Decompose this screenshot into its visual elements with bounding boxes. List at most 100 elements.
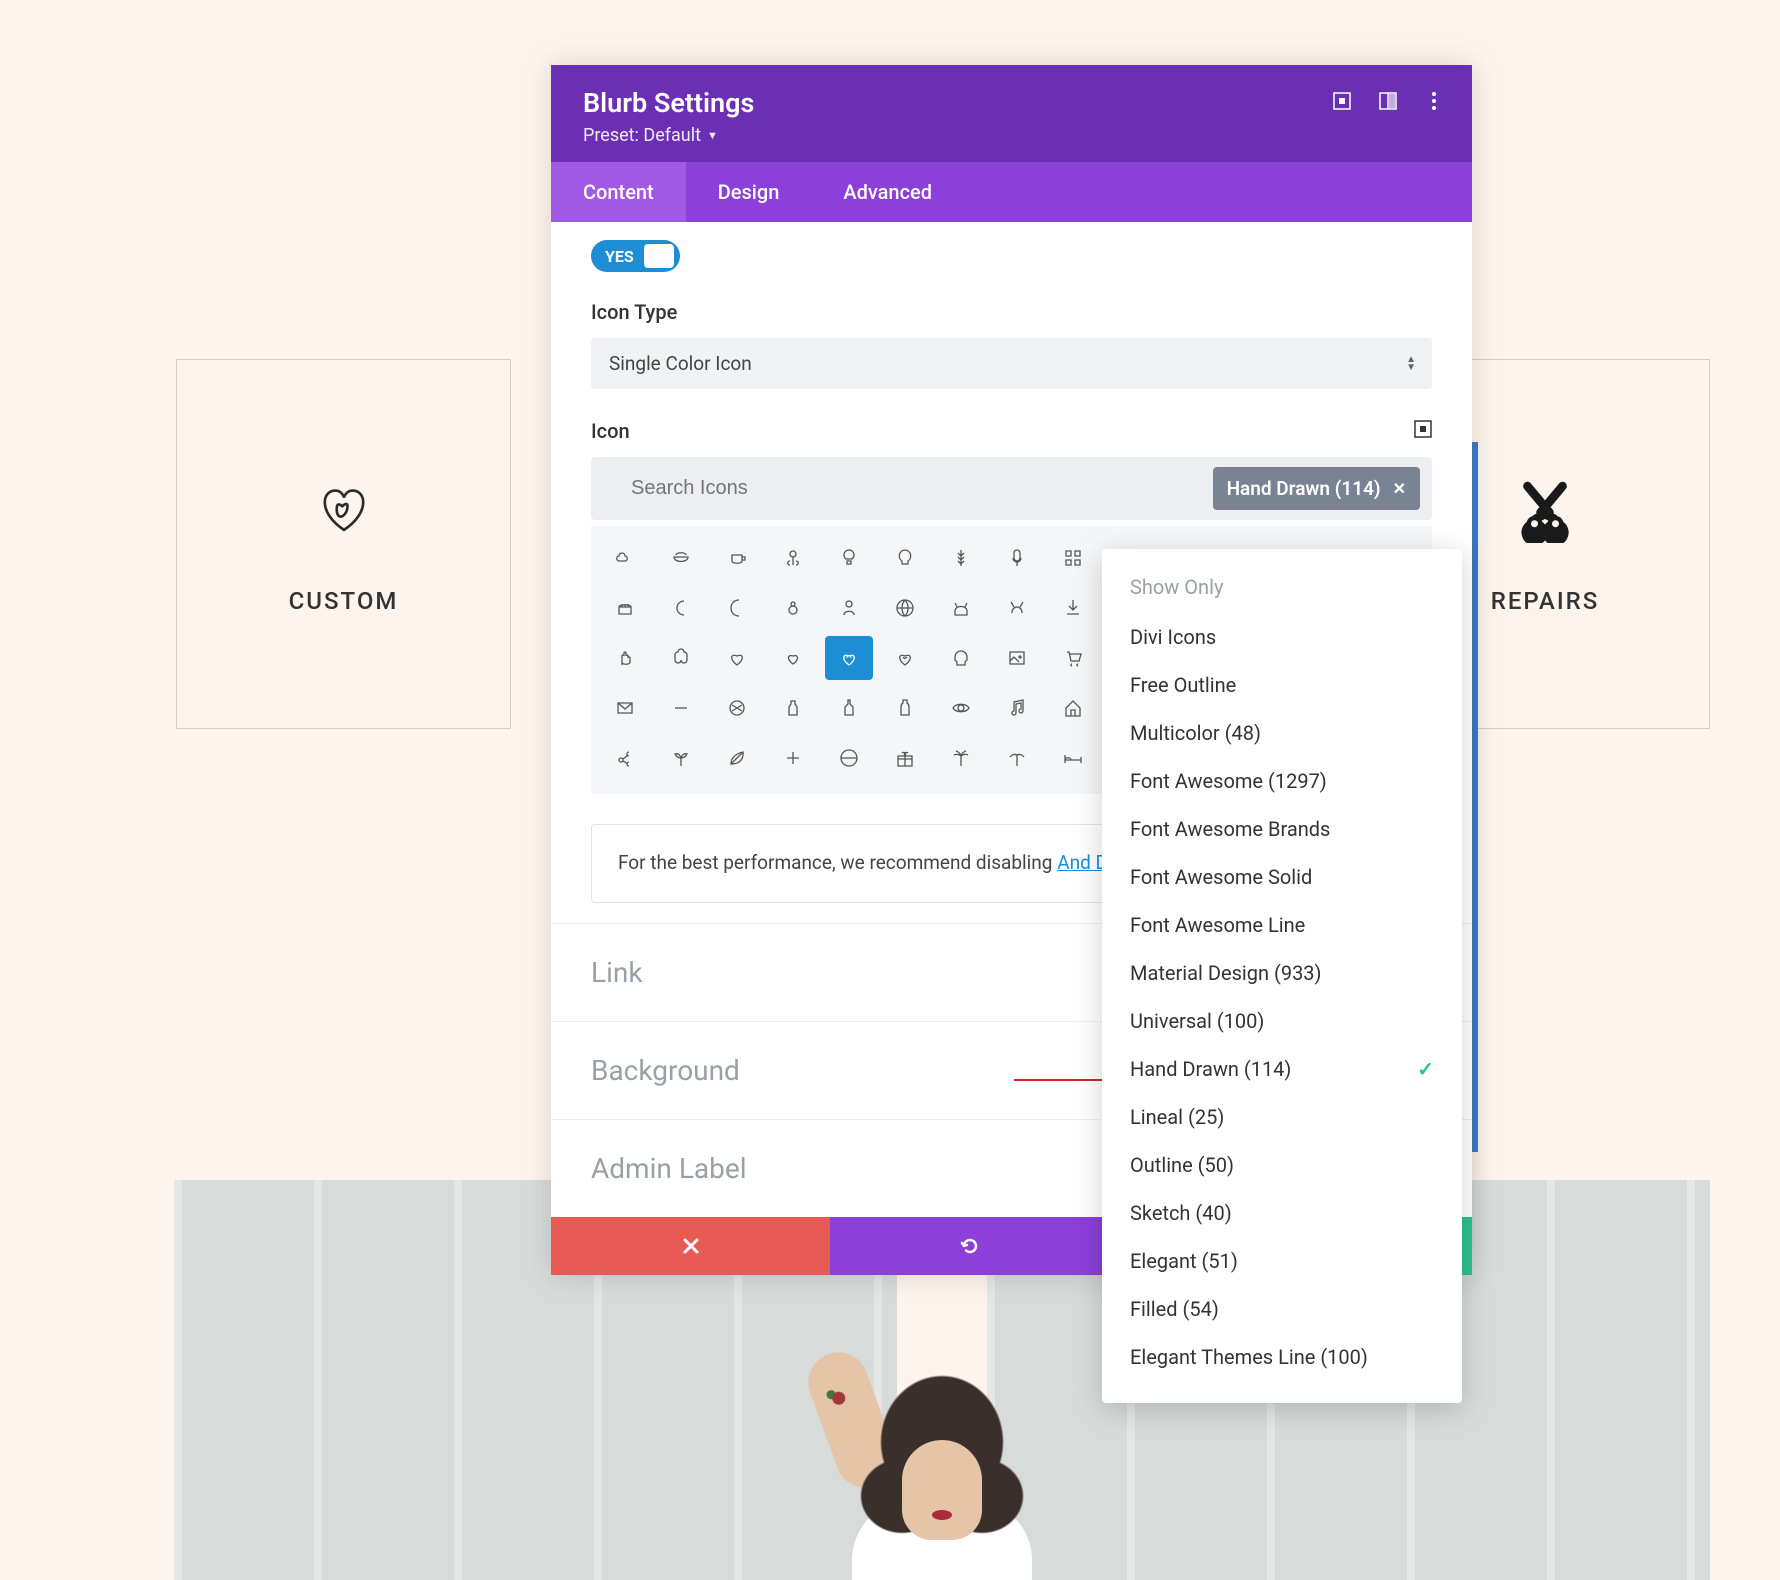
icon-option-share[interactable] xyxy=(601,736,649,780)
icon-type-select[interactable]: Single Color Icon ▲▼ xyxy=(591,338,1432,389)
icon-option-house[interactable] xyxy=(1049,686,1097,730)
dropdown-item-label: Font Awesome Brands xyxy=(1130,817,1330,841)
icon-option-butterfly[interactable] xyxy=(769,786,817,794)
icon-option-circle3[interactable] xyxy=(713,786,761,794)
icon-option-car[interactable] xyxy=(993,786,1041,794)
icon-option-globe3[interactable] xyxy=(881,786,929,794)
dropdown-item[interactable]: Outline (50) xyxy=(1102,1141,1462,1189)
panel-toggle-icon[interactable] xyxy=(1378,91,1398,111)
icon-option-cloud[interactable] xyxy=(601,536,649,580)
icon-option-wheat[interactable] xyxy=(937,536,985,580)
icon-option-cake[interactable] xyxy=(601,586,649,630)
preset-dropdown[interactable]: Preset: Default ▼ xyxy=(583,125,718,146)
icon-option-mic[interactable] xyxy=(993,536,1041,580)
icon-option-moon[interactable] xyxy=(657,586,705,630)
icon-option-music[interactable] xyxy=(993,686,1041,730)
icon-option-circle2[interactable] xyxy=(657,786,705,794)
icon-option-bottle3[interactable] xyxy=(881,686,929,730)
icon-option-goat[interactable] xyxy=(993,586,1041,630)
icon-option-heart2[interactable] xyxy=(769,636,817,680)
dropdown-item[interactable]: Universal (100) xyxy=(1102,997,1462,1045)
search-icons-input[interactable] xyxy=(631,477,1213,500)
icon-option-download[interactable] xyxy=(1049,586,1097,630)
dropdown-item[interactable]: Font Awesome Solid xyxy=(1102,853,1462,901)
dropdown-item-label: Universal (100) xyxy=(1130,1009,1264,1033)
dropdown-item-label: Lineal (25) xyxy=(1130,1105,1224,1129)
icon-option-skull[interactable] xyxy=(937,636,985,680)
more-menu-icon[interactable] xyxy=(1424,91,1444,111)
icon-option-snowman[interactable] xyxy=(769,586,817,630)
icon-option-eye[interactable] xyxy=(937,686,985,730)
scissors-icon xyxy=(1510,473,1580,547)
icon-option-hand[interactable] xyxy=(601,636,649,680)
dropdown-item[interactable]: Sketch (40) xyxy=(1102,1189,1462,1237)
icon-option-circle1[interactable] xyxy=(601,786,649,794)
reset-button[interactable] xyxy=(830,1217,1109,1275)
icon-option-person2[interactable] xyxy=(937,786,985,794)
tab-design[interactable]: Design xyxy=(686,162,812,222)
icon-option-mail[interactable] xyxy=(601,686,649,730)
dropdown-item[interactable]: Elegant Themes Line (100) xyxy=(1102,1333,1462,1381)
icon-option-image[interactable] xyxy=(993,636,1041,680)
expand-icon[interactable] xyxy=(1332,91,1352,111)
toggle-knob xyxy=(644,244,674,268)
cancel-button[interactable] xyxy=(551,1217,830,1275)
dropdown-item-label: Outline (50) xyxy=(1130,1153,1234,1177)
filter-chip-hand-drawn[interactable]: Hand Drawn (114) ✕ xyxy=(1213,467,1420,510)
icon-option-globe2[interactable] xyxy=(825,736,873,780)
icon-option-ball[interactable] xyxy=(713,686,761,730)
icon-option-bottle1[interactable] xyxy=(769,686,817,730)
icon-option-heart1[interactable] xyxy=(713,636,761,680)
dropdown-item[interactable]: Material Design (933) xyxy=(1102,949,1462,997)
icon-option-cart2[interactable] xyxy=(1049,636,1097,680)
icon-option-brain[interactable] xyxy=(657,636,705,680)
icon-option-cup[interactable] xyxy=(713,536,761,580)
icon-option-heartsel[interactable] xyxy=(881,636,929,680)
dropdown-item[interactable]: Filled (54) xyxy=(1102,1285,1462,1333)
icon-option-flower[interactable] xyxy=(769,536,817,580)
icon-option-sprout[interactable] xyxy=(657,736,705,780)
dropdown-item[interactable]: Font Awesome Brands xyxy=(1102,805,1462,853)
icon-option-leaf[interactable] xyxy=(713,736,761,780)
dropdown-item-label: Font Awesome Line xyxy=(1130,913,1305,937)
icon-option-bowl[interactable] xyxy=(657,536,705,580)
dropdown-item-label: Material Design (933) xyxy=(1130,961,1322,985)
select-value: Single Color Icon xyxy=(609,352,752,375)
dropdown-item[interactable]: Hand Drawn (114)✓ xyxy=(1102,1045,1462,1093)
dropdown-item[interactable]: Divi Icons xyxy=(1102,613,1462,661)
dropdown-item-label: Divi Icons xyxy=(1130,625,1216,649)
bg-card-label: REPAIRS xyxy=(1491,587,1600,615)
icon-option-plus[interactable] xyxy=(769,736,817,780)
use-icon-toggle[interactable]: YES xyxy=(591,240,680,272)
dropdown-item[interactable]: Free Outline xyxy=(1102,661,1462,709)
tab-content[interactable]: Content xyxy=(551,162,686,222)
dropdown-item[interactable]: Lineal (25) xyxy=(1102,1093,1462,1141)
icon-option-cresc[interactable] xyxy=(713,586,761,630)
icon-option-bulb2[interactable] xyxy=(881,536,929,580)
icon-option-bulb[interactable] xyxy=(825,536,873,580)
icon-option-square[interactable] xyxy=(1049,786,1097,794)
close-icon[interactable]: ✕ xyxy=(1393,479,1406,498)
dropdown-item[interactable]: Font Awesome (1297) xyxy=(1102,757,1462,805)
icon-option-dog[interactable] xyxy=(937,586,985,630)
bg-card-custom[interactable]: CUSTOM xyxy=(176,359,511,729)
icon-option-palm[interactable] xyxy=(937,736,985,780)
dropdown-header: Show Only xyxy=(1102,565,1462,613)
bg-card-label: CUSTOM xyxy=(289,587,399,615)
icon-option-grid[interactable] xyxy=(1049,536,1097,580)
icon-option-dots[interactable] xyxy=(825,786,873,794)
icon-option-heartleaf[interactable] xyxy=(825,636,873,680)
dropdown-item[interactable]: Font Awesome Line xyxy=(1102,901,1462,949)
dropdown-item-label: Font Awesome Solid xyxy=(1130,865,1312,889)
icon-option-minus[interactable] xyxy=(657,686,705,730)
expand-section-icon[interactable] xyxy=(1414,420,1432,443)
dropdown-item[interactable]: Elegant (51) xyxy=(1102,1237,1462,1285)
icon-option-person[interactable] xyxy=(825,586,873,630)
icon-option-globe[interactable] xyxy=(881,586,929,630)
icon-option-gift[interactable] xyxy=(881,736,929,780)
dropdown-item[interactable]: Multicolor (48) xyxy=(1102,709,1462,757)
icon-option-bottle2[interactable] xyxy=(825,686,873,730)
icon-option-palm2[interactable] xyxy=(993,736,1041,780)
icon-option-bed[interactable] xyxy=(1049,736,1097,780)
tab-advanced[interactable]: Advanced xyxy=(811,162,964,222)
